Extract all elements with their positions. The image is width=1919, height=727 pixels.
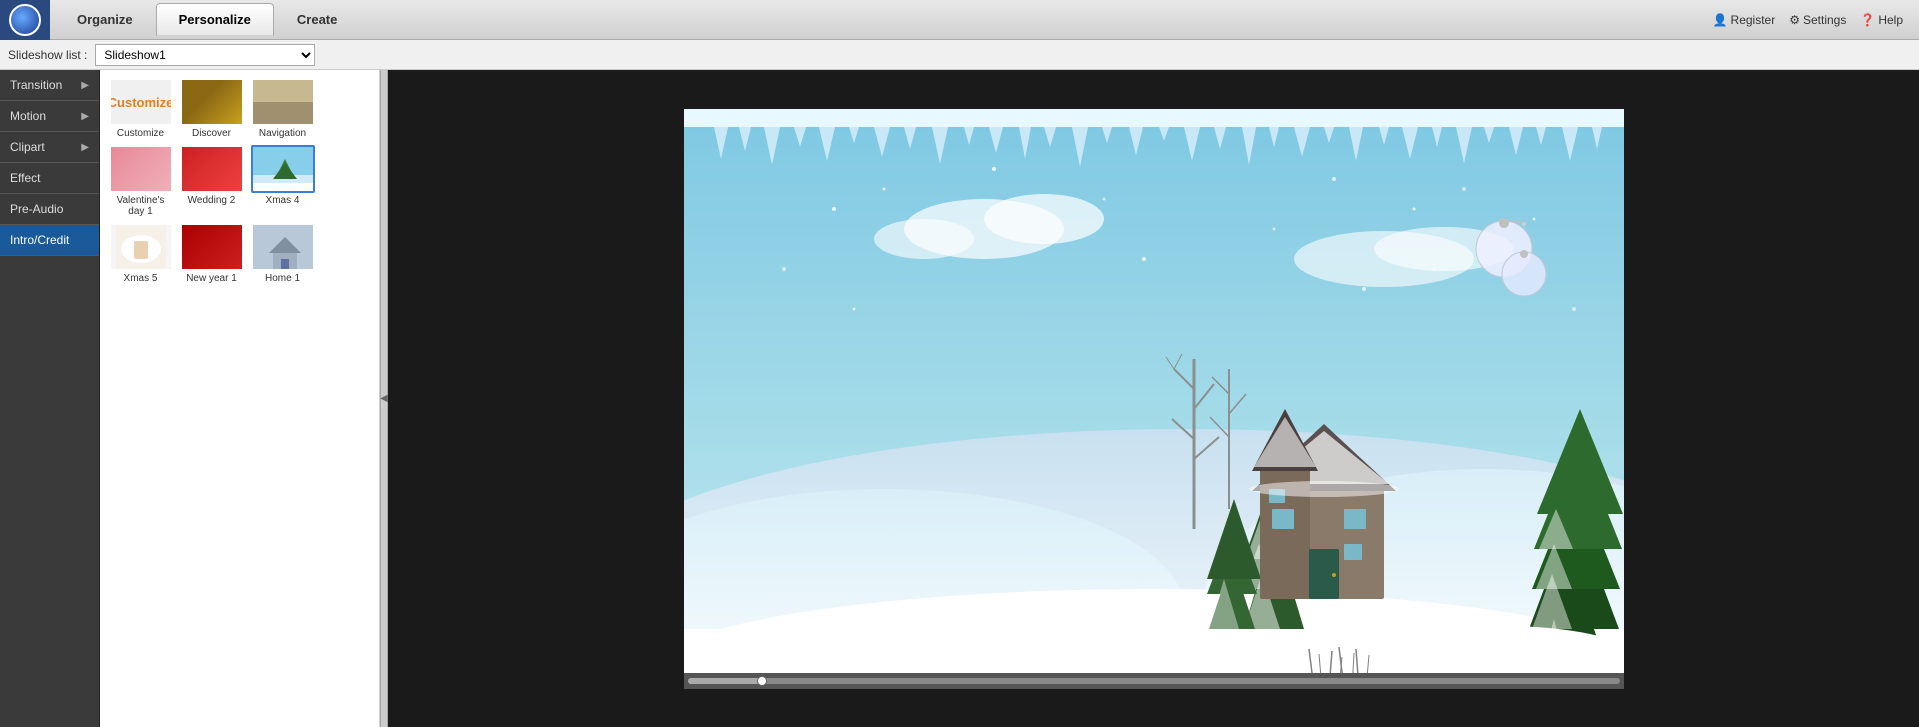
progress-thumb[interactable] (757, 676, 767, 686)
theme-label-discover: Discover (192, 128, 231, 139)
sidebar-item-effect[interactable]: Effect (0, 163, 99, 194)
theme-thumb-valentines (109, 145, 173, 193)
chevron-right-icon: ▶ (81, 80, 89, 91)
theme-label-newyear1: New year 1 (186, 273, 237, 284)
app-logo (0, 0, 50, 40)
theme-item-xmas4[interactable]: Xmas 4 (250, 145, 315, 217)
collapse-arrow-icon: ◀ (380, 393, 388, 404)
theme-item-customize[interactable]: Customize Customize (108, 78, 173, 139)
theme-label-customize: Customize (117, 128, 164, 139)
collapse-handle[interactable]: ◀ (380, 70, 388, 727)
theme-item-valentines[interactable]: Valentine's day 1 (108, 145, 173, 217)
theme-thumb-navigation (251, 78, 315, 126)
chevron-right-icon: ▶ (81, 142, 89, 153)
main-layout: Transition ▶ Motion ▶ Clipart ▶ Effect P… (0, 70, 1919, 727)
theme-label-wedding2: Wedding 2 (188, 195, 236, 206)
progress-fill (688, 678, 763, 684)
theme-item-navigation[interactable]: Navigation (250, 78, 315, 139)
theme-item-newyear1[interactable]: New year 1 (179, 223, 244, 284)
logo-circle (9, 4, 41, 36)
settings-action[interactable]: ⚙ Settings (1789, 13, 1846, 27)
tab-personalize[interactable]: Personalize (156, 3, 274, 36)
tab-organize[interactable]: Organize (54, 3, 156, 36)
theme-label-navigation: Navigation (259, 128, 306, 139)
theme-thumb-xmas4 (251, 145, 315, 193)
theme-item-discover[interactable]: Discover (179, 78, 244, 139)
custom-label: Customize (109, 78, 173, 126)
theme-thumb-discover (180, 78, 244, 126)
theme-item-wedding2[interactable]: Wedding 2 (179, 145, 244, 217)
tab-create[interactable]: Create (274, 3, 360, 36)
theme-label-xmas4: Xmas 4 (266, 195, 300, 206)
left-sidebar: Transition ▶ Motion ▶ Clipart ▶ Effect P… (0, 70, 100, 727)
slideshow-select[interactable]: Slideshow1 (95, 44, 315, 66)
sidebar-item-clipart[interactable]: Clipart ▶ (0, 132, 99, 163)
top-bar: Organize Personalize Create 👤 Register ⚙… (0, 0, 1919, 40)
sidebar-item-intro-credit[interactable]: Intro/Credit (0, 225, 99, 256)
theme-thumb-wedding2 (180, 145, 244, 193)
winter-scene-svg (684, 109, 1624, 689)
person-icon: 👤 (1713, 13, 1728, 27)
slideshow-bar: Slideshow list : Slideshow1 (0, 40, 1919, 70)
theme-item-xmas5[interactable]: Xmas 5 (108, 223, 173, 284)
gear-icon: ⚙ (1789, 13, 1800, 27)
themes-panel: Customize Customize Discover Navigation (100, 70, 380, 727)
theme-label-valentines: Valentine's day 1 (108, 195, 173, 217)
themes-grid: Customize Customize Discover Navigation (108, 78, 371, 284)
sidebar-item-motion[interactable]: Motion ▶ (0, 101, 99, 132)
theme-label-xmas5: Xmas 5 (124, 273, 158, 284)
sidebar-item-pre-audio[interactable]: Pre-Audio (0, 194, 99, 225)
theme-thumb-home1 (251, 223, 315, 271)
theme-label-home1: Home 1 (265, 273, 300, 284)
slideshow-list-label: Slideshow list : (8, 48, 87, 62)
sidebar-item-transition[interactable]: Transition ▶ (0, 70, 99, 101)
help-icon: ❓ (1860, 13, 1875, 27)
theme-thumb-newyear1 (180, 223, 244, 271)
preview-canvas (684, 109, 1624, 689)
theme-thumb-customize: Customize (109, 78, 173, 126)
progress-track[interactable] (688, 678, 1620, 684)
nav-tabs: Organize Personalize Create (54, 3, 360, 36)
theme-thumb-xmas5 (109, 223, 173, 271)
top-right-actions: 👤 Register ⚙ Settings ❓ Help (1713, 13, 1919, 27)
help-action[interactable]: ❓ Help (1860, 13, 1903, 27)
theme-item-home1[interactable]: Home 1 (250, 223, 315, 284)
preview-area (388, 70, 1919, 727)
chevron-right-icon: ▶ (81, 111, 89, 122)
progress-bar-container (684, 673, 1624, 689)
register-action[interactable]: 👤 Register (1713, 13, 1776, 27)
